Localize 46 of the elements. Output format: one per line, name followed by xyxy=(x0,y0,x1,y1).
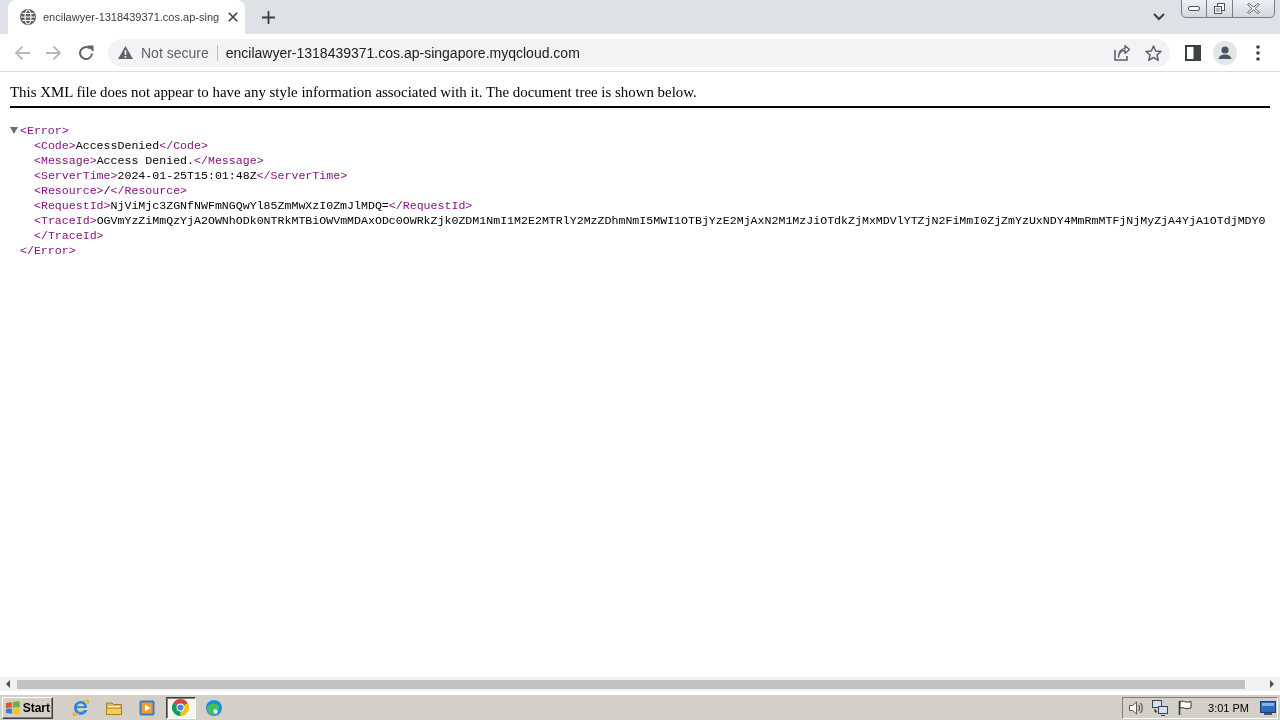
network-icon[interactable] xyxy=(1152,699,1169,716)
flag-icon[interactable] xyxy=(1178,700,1193,715)
xml-line: <ServerTime>2024-01-25T15:01:48Z</ServerTime> xyxy=(34,169,348,182)
media-player-icon xyxy=(139,699,155,716)
browser-e-icon xyxy=(71,699,89,716)
xml-line: <Error> xyxy=(20,123,69,138)
horizontal-scrollbar[interactable] xyxy=(0,677,1280,691)
scroll-left-icon[interactable] xyxy=(6,680,10,688)
side-panel-icon[interactable] xyxy=(1185,44,1201,61)
scrollbar-thumb[interactable] xyxy=(17,679,1245,689)
chevron-down-icon[interactable] xyxy=(1153,13,1165,21)
star-icon[interactable] xyxy=(1145,44,1162,61)
url-text[interactable]: encilawyer-1318439371.cos.ap-singapore.myqcloud.com xyxy=(225,44,580,61)
xml-line: <RequestId>NjViMjc3ZGNfNWFmNGQwYl85ZmMwXzI0ZmJlMDQ=</RequestId> xyxy=(34,199,473,212)
scroll-right-icon[interactable] xyxy=(1270,680,1274,688)
expand-triangle-icon[interactable] xyxy=(10,127,18,134)
show-desktop-icon[interactable] xyxy=(1260,700,1276,715)
speaker-icon[interactable] xyxy=(1129,700,1145,715)
xml-line: <Resource>/</Resource> xyxy=(34,184,188,197)
browser-wheel-icon xyxy=(172,699,189,716)
windows-flag-icon xyxy=(5,700,21,715)
xml-line: </TraceId> xyxy=(34,229,104,242)
xml-line: <Code>AccessDenied</Code> xyxy=(34,139,208,152)
close-icon xyxy=(1247,3,1260,14)
clock[interactable]: 3:01 PM xyxy=(1208,701,1249,714)
new-tab-icon[interactable] xyxy=(262,10,275,24)
xml-line: <TraceId>OGVmYzZiMmQzYjA2OWNhODk0NTRkMTBiOWVmMDAxODc0OWRkZjk0ZDM1NmI1M2E2MTRlY2MzZDhmNmI5MWI1OTBjYzE2MjAxN2M1MzJiOTdkZjMxMDVlYTZjN2FiMmI0ZjZmYzUxNDY4MmRmMTFjNjMyZjA4YjA1OTdjMDY0 xyxy=(34,214,1266,227)
browser-tab[interactable]: encilawyer-1318439371.cos.ap-sing xyxy=(8,0,245,34)
minimize-icon xyxy=(1188,6,1200,11)
taskbar-button[interactable] xyxy=(165,696,196,719)
reload-icon[interactable] xyxy=(78,44,94,61)
restore-icon xyxy=(1214,3,1225,14)
security-chip[interactable]: Not secure xyxy=(118,44,209,61)
xml-line: </Error> xyxy=(20,244,76,257)
close-icon[interactable] xyxy=(228,12,238,22)
share-icon[interactable] xyxy=(1114,44,1130,61)
address-bar[interactable]: Not secure encilawyer-1318439371.cos.ap-singapore.myqcloud.com xyxy=(108,38,1170,67)
warning-icon xyxy=(118,46,133,59)
menu-icon[interactable] xyxy=(1256,44,1260,61)
start-button[interactable]: Start xyxy=(2,696,53,719)
globe-icon xyxy=(20,9,36,25)
xml-line: <Message>Access Denied.</Message> xyxy=(34,154,264,167)
folder-icon xyxy=(105,700,122,715)
profile-icon[interactable] xyxy=(1213,40,1237,65)
swirl-icon xyxy=(206,699,222,716)
xml-notice-text: This XML file does not appear to have any style information associated with it. The document tree is shown below. xyxy=(10,84,697,100)
